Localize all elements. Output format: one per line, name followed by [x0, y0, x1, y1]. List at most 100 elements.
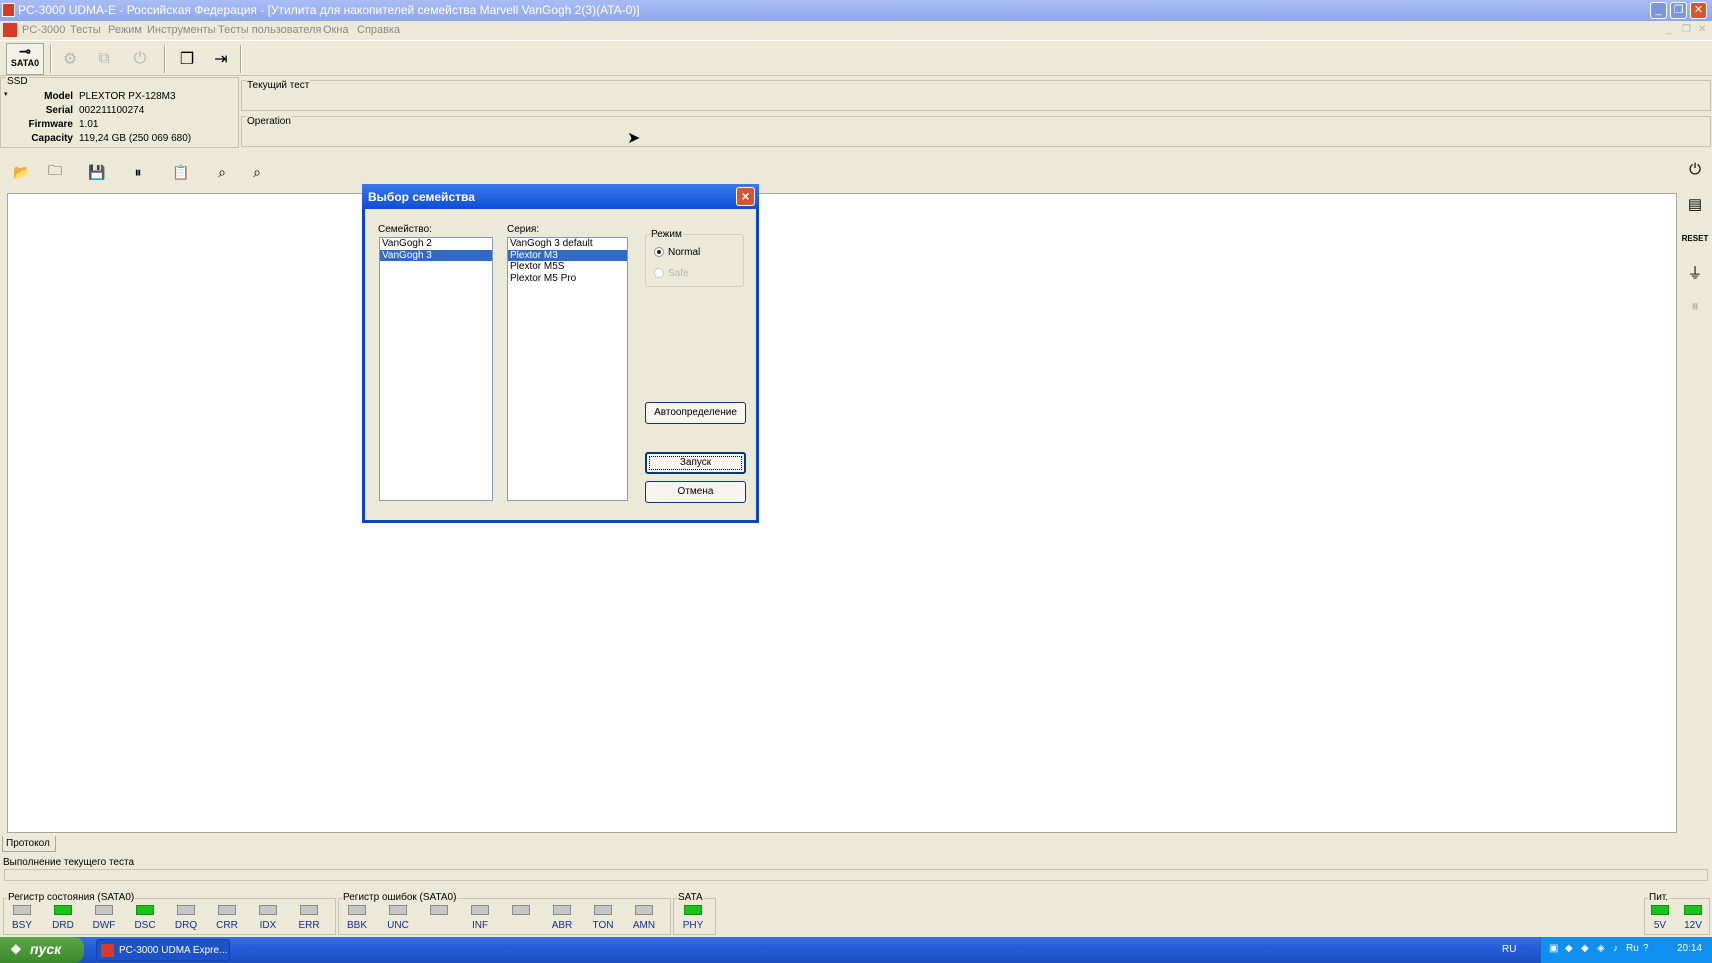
menu-item-pc3000[interactable]: PC-3000 [22, 24, 65, 36]
list-item[interactable]: Plextor M5S [508, 261, 627, 273]
error-led-label: UNC [387, 920, 409, 931]
minimize-icon[interactable]: _ [1650, 2, 1667, 19]
operation-label: Operation [246, 116, 292, 127]
dialog-title: Выбор семейства [368, 190, 475, 204]
power-icon[interactable]: ⏻ [1680, 155, 1710, 183]
connector-icon[interactable]: ⏚ [1680, 258, 1710, 286]
list-item[interactable]: VanGogh 3 [380, 249, 492, 261]
menu-item-user-tests[interactable]: Тесты пользователя [218, 24, 321, 36]
family-label: Семейство: [378, 224, 432, 235]
taskbar-item-pc3000[interactable]: PC-3000 UDMA Expre... [96, 939, 230, 961]
ssd-info-panel: SSD ▾ Model PLEXTOR PX-128M3 Serial 0022… [0, 76, 239, 148]
clipboard-icon[interactable]: 📋 [168, 160, 194, 184]
firmware-value: 1.01 [79, 119, 99, 130]
close-icon[interactable]: × [736, 187, 755, 206]
series-label: Серия: [507, 224, 540, 235]
connector-icon: ⊸ [19, 43, 31, 59]
status-led-label: CRR [216, 920, 238, 931]
status-led-label: BSY [11, 920, 32, 931]
mdi-minimize-icon[interactable]: _ [1666, 24, 1672, 35]
series-listbox[interactable]: VanGogh 3 default Plextor M3 Plextor M5S… [507, 237, 628, 501]
close-icon[interactable]: ✕ [1690, 2, 1707, 19]
find-icon[interactable]: ⌕ [209, 160, 235, 184]
pause-icon[interactable]: ⏸ [125, 160, 151, 184]
help-icon[interactable]: ? [1643, 943, 1649, 954]
menu-item-mode[interactable]: Режим [108, 24, 142, 36]
list-item[interactable]: VanGogh 3 default [508, 238, 627, 250]
status-led [177, 905, 195, 915]
error-led-label: AMN [632, 920, 656, 931]
tray-app-icon[interactable]: ◆ [1565, 943, 1573, 954]
window-title: PC-3000 UDMA-E - Российская Федерация - … [18, 3, 640, 17]
current-test-panel: Текущий тест [241, 80, 1711, 111]
open-folder-icon[interactable]: 🗀 [42, 160, 68, 184]
firmware-label: Firmware [28, 119, 73, 130]
sata-port-label: SATA0 [10, 58, 40, 68]
dialog-title-bar: Выбор семейства × [362, 184, 759, 209]
windows-logo-icon: ❖ [10, 942, 22, 957]
capacity-value: 119,24 GB (250 069 680) [79, 133, 192, 144]
serial-label: Serial [45, 105, 73, 116]
status-led [136, 905, 154, 915]
menu-item-tools[interactable]: Инструменты [147, 24, 216, 36]
copy-disabled-icon[interactable]: ⧉ [90, 45, 118, 73]
start-button[interactable]: Запуск [645, 452, 746, 474]
log-area[interactable] [7, 193, 1677, 833]
cancel-button[interactable]: Отмена [645, 481, 746, 503]
reset-icon[interactable]: RESET [1680, 224, 1710, 252]
main-toolbar: ⊸ SATA0 ⚙ ⧉ ⏻ ❐ ⇥ [0, 40, 1712, 76]
taskbar-item-label: PC-3000 UDMA Expre... [119, 945, 228, 956]
mode-safe-radio[interactable] [654, 268, 664, 278]
status-led [95, 905, 113, 915]
network-icon[interactable]: ▣ [1549, 943, 1558, 954]
terminal-icon[interactable]: ▤ [1680, 190, 1710, 218]
list-item[interactable]: VanGogh 2 [380, 238, 492, 250]
app-icon [2, 3, 15, 17]
error-led [594, 905, 612, 915]
status-led-label: ERR [298, 920, 320, 931]
title-bar: PC-3000 UDMA-E - Российская Федерация - … [0, 0, 1712, 21]
windows-cascade-icon[interactable]: ❐ [173, 45, 201, 73]
menu-item-windows[interactable]: Окна [323, 24, 349, 36]
mouse-cursor-icon: ➤ [627, 130, 641, 147]
status-led [13, 905, 31, 915]
restore-icon[interactable]: ❐ [1670, 2, 1687, 19]
error-led [348, 905, 366, 915]
power-toggle-icon[interactable]: ⏻ [126, 45, 154, 73]
mdi-close-icon[interactable]: ✕ [1698, 24, 1706, 35]
error-led-label: INF [471, 920, 489, 931]
tray-lang-indicator[interactable]: Ru [1626, 943, 1639, 954]
autodetect-button[interactable]: Автоопределение [645, 402, 746, 424]
mode-normal-radio[interactable] [654, 247, 664, 257]
model-value: PLEXTOR PX-128M3 [79, 91, 176, 102]
power-led-label: 5V [1653, 920, 1667, 931]
list-item[interactable]: Plextor M5 Pro [508, 273, 627, 285]
save-icon[interactable]: 💾 [84, 160, 110, 184]
status-led-label: DRD [52, 920, 74, 931]
status-led [54, 905, 72, 915]
sata-port-button[interactable]: ⊸ SATA0 [6, 43, 44, 75]
menu-item-tests[interactable]: Тесты [70, 24, 101, 36]
error-led [389, 905, 407, 915]
toolbar-separator [240, 45, 242, 73]
menu-item-help[interactable]: Справка [357, 24, 400, 36]
system-tray: ▣ ◆ ◆ ◈ ♪ Ru ? 20:14 [1540, 937, 1712, 963]
gear-icon[interactable]: ⚙ [56, 45, 84, 73]
language-indicator[interactable]: RU [1502, 944, 1516, 955]
volume-icon[interactable]: ♪ [1613, 943, 1618, 954]
start-button[interactable]: ❖ пуск [0, 937, 84, 963]
family-listbox[interactable]: VanGogh 2 VanGogh 3 [379, 237, 493, 501]
tray-app-icon[interactable]: ◆ [1581, 943, 1589, 954]
error-led-label: ABR [551, 920, 573, 931]
mdi-restore-icon[interactable]: ❐ [1682, 24, 1691, 35]
error-led [512, 905, 530, 915]
exit-icon[interactable]: ⇥ [207, 45, 235, 73]
status-led-label: IDX [259, 920, 277, 931]
tab-protocol[interactable]: Протокол [2, 836, 56, 852]
open-log-icon[interactable]: 📂 [9, 160, 35, 184]
find-next-icon[interactable]: ⌕ [244, 160, 270, 184]
pause-disabled-icon[interactable]: ⏸ [1680, 292, 1710, 320]
shield-icon[interactable]: ◈ [1597, 943, 1605, 954]
capacity-label: Capacity [31, 133, 73, 144]
list-item[interactable]: Plextor M3 [508, 249, 627, 261]
